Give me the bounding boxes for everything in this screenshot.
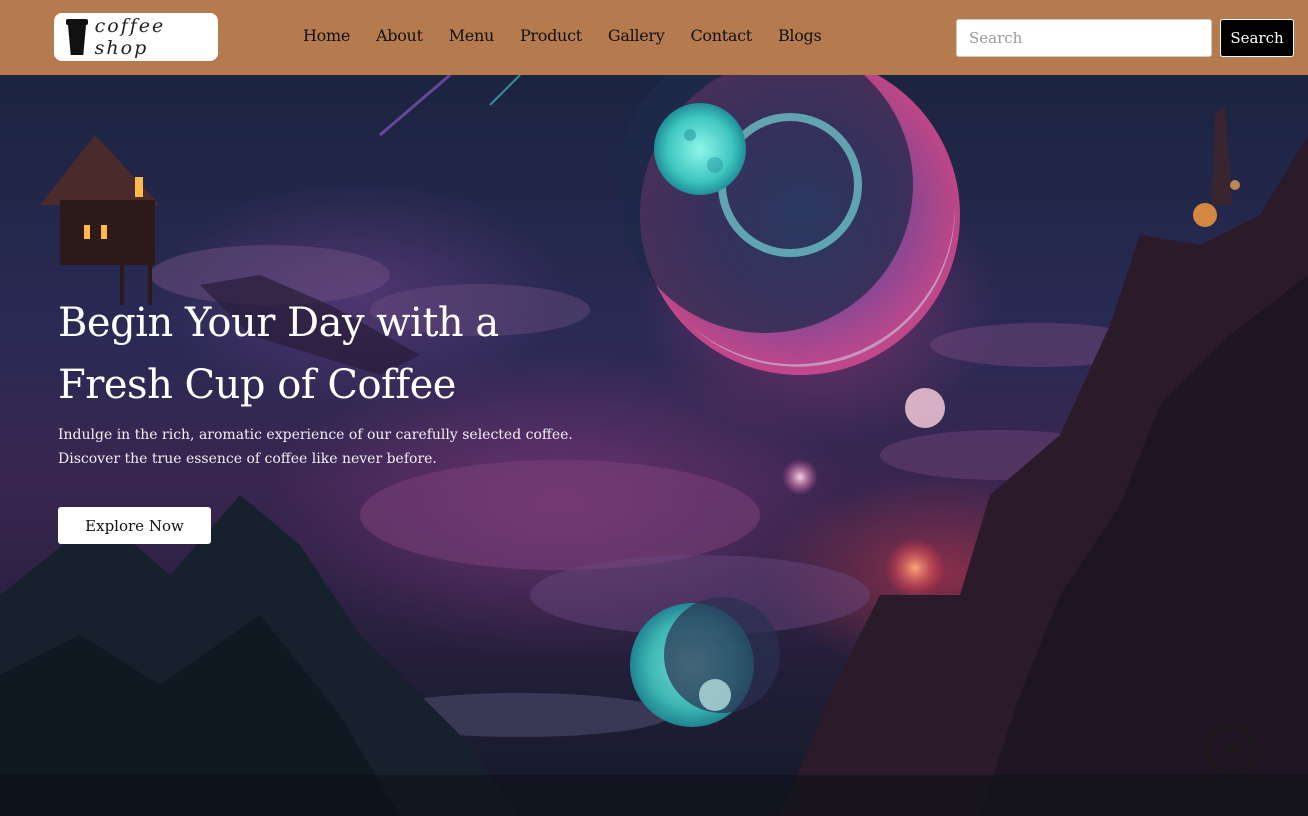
nav-about[interactable]: About [376, 26, 423, 45]
logo-text: coffee shop [94, 15, 166, 59]
chevron-up-icon [1220, 744, 1240, 755]
nav-contact[interactable]: Contact [690, 26, 752, 45]
hero-description: Indulge in the rich, aromatic experience… [58, 423, 598, 471]
nav-gallery[interactable]: Gallery [608, 26, 665, 45]
hero-title-line1: Begin Your Day with a [58, 300, 499, 346]
hero-desc-line1: Indulge in the rich, aromatic experience… [58, 427, 573, 443]
nav-home[interactable]: Home [303, 26, 350, 45]
hero-desc-line2: Discover the true essence of coffee like… [58, 451, 437, 467]
nav-menu[interactable]: Menu [449, 26, 495, 45]
nav-product[interactable]: Product [520, 26, 582, 45]
hero-title-line2: Fresh Cup of Coffee [58, 362, 456, 408]
brand-logo[interactable]: coffee shop [54, 13, 218, 61]
nav-blogs[interactable]: Blogs [778, 26, 822, 45]
explore-now-button[interactable]: Explore Now [58, 507, 211, 544]
hero-section: Begin Your Day with a Fresh Cup of Coffe… [0, 75, 1308, 816]
nav-links: Home About Menu Product Gallery Contact … [303, 26, 847, 45]
search-input[interactable] [956, 19, 1212, 57]
search-button[interactable]: Search [1220, 19, 1294, 57]
scroll-to-top-button[interactable] [1205, 725, 1255, 775]
navbar: coffee shop Home About Menu Product Gall… [0, 0, 1308, 75]
hero-title: Begin Your Day with a Fresh Cup of Coffe… [58, 292, 618, 416]
coffee-cup-icon [66, 19, 88, 55]
